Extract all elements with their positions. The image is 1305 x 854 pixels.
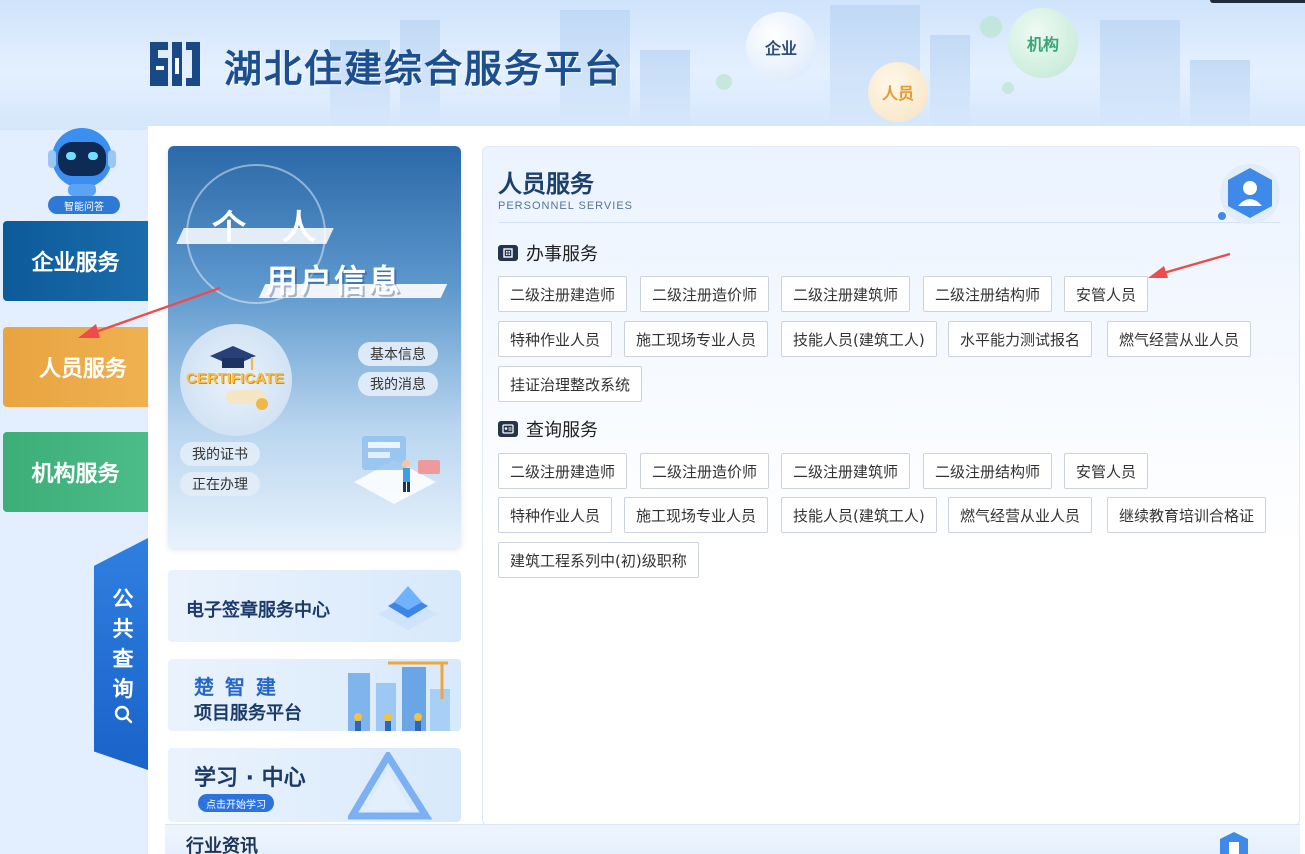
triangle-3d-icon bbox=[348, 752, 433, 820]
esign-cube-icon bbox=[378, 586, 438, 630]
section-heading: 查询服务 bbox=[526, 420, 598, 441]
header-bubble-enterprise[interactable]: 企业 bbox=[746, 12, 816, 82]
search-icon bbox=[114, 705, 133, 724]
nav-institution-service[interactable]: 机构服务 bbox=[3, 432, 148, 512]
banner-czj-title: 楚 智 建 bbox=[194, 675, 278, 699]
nav-personnel-label: 人员服务 bbox=[38, 356, 127, 382]
query-item[interactable]: 二级注册建筑师 bbox=[781, 453, 911, 489]
divider bbox=[498, 222, 1280, 223]
assistant-label[interactable]: 智能问答 bbox=[48, 196, 120, 214]
building-icon bbox=[498, 245, 518, 261]
query-item[interactable]: 技能人员(建筑工人) bbox=[781, 497, 937, 533]
handling-item[interactable]: 施工现场专业人员 bbox=[624, 321, 769, 357]
handling-item[interactable]: 二级注册结构师 bbox=[923, 276, 1053, 312]
service-panel-subtitle: PERSONNEL SERVIES bbox=[498, 200, 633, 212]
diploma-scroll-icon bbox=[226, 390, 268, 410]
banner-study-title: 学习 · 中心 bbox=[194, 766, 306, 791]
section-handling-services: 办事服务 bbox=[498, 240, 598, 266]
query-item[interactable]: 二级注册建造师 bbox=[498, 453, 628, 489]
industry-news-section bbox=[165, 824, 1300, 854]
link-my-messages[interactable]: 我的消息 bbox=[358, 372, 438, 396]
query-item[interactable]: 施工现场专业人员 bbox=[624, 497, 769, 533]
document-icon bbox=[1220, 832, 1248, 854]
handling-item[interactable]: 二级注册建筑师 bbox=[781, 276, 911, 312]
decor-dot bbox=[980, 16, 1002, 38]
nav-public-query[interactable]: 公 共 查 询 bbox=[94, 538, 148, 770]
profile-title-line2: 用户信息 bbox=[266, 262, 403, 300]
query-item[interactable]: 二级注册结构师 bbox=[923, 453, 1053, 489]
site-logo-icon bbox=[150, 42, 200, 86]
handling-item[interactable]: 二级注册建造师 bbox=[498, 276, 628, 312]
section-query-services: 查询服务 bbox=[498, 416, 598, 442]
nav-personnel-service[interactable]: 人员服务 bbox=[3, 327, 163, 407]
banner-chuzhijian-platform[interactable]: 楚 智 建 项目服务平台 bbox=[168, 659, 461, 731]
section-heading: 办事服务 bbox=[526, 244, 598, 265]
handling-item[interactable]: 水平能力测试报名 bbox=[948, 321, 1093, 357]
public-query-char: 查 bbox=[112, 646, 134, 671]
handling-item-safety-manager[interactable]: 安管人员 bbox=[1064, 276, 1149, 312]
service-panel-title: 人员服务 bbox=[498, 169, 594, 198]
header-bubble-institution[interactable]: 机构 bbox=[1008, 8, 1078, 78]
nav-enterprise-service[interactable]: 企业服务 bbox=[3, 221, 148, 301]
link-basic-info[interactable]: 基本信息 bbox=[358, 342, 438, 366]
handling-item[interactable]: 燃气经营从业人员 bbox=[1107, 321, 1252, 357]
banner-esign-title: 电子签章服务中心 bbox=[186, 600, 330, 621]
handling-item[interactable]: 特种作业人员 bbox=[498, 321, 613, 357]
skyline-building bbox=[1100, 20, 1180, 130]
isometric-person-illustration bbox=[354, 436, 440, 504]
query-item[interactable]: 二级注册造价师 bbox=[640, 453, 770, 489]
banner-study-center[interactable]: 学习 · 中心 点击开始学习 bbox=[168, 748, 461, 822]
user-profile-icon bbox=[1218, 164, 1280, 224]
query-item[interactable]: 继续教育培训合格证 bbox=[1107, 497, 1267, 533]
profile-title-line1: 个 人 bbox=[212, 208, 328, 248]
link-my-certificates[interactable]: 我的证书 bbox=[180, 442, 260, 466]
start-study-button[interactable]: 点击开始学习 bbox=[198, 794, 274, 812]
handling-item[interactable]: 二级注册造价师 bbox=[640, 276, 770, 312]
decor-dot bbox=[716, 74, 732, 90]
id-card-icon bbox=[498, 421, 518, 437]
industry-news-title: 行业资讯 bbox=[186, 836, 258, 854]
link-in-progress[interactable]: 正在办理 bbox=[180, 472, 260, 496]
query-item[interactable]: 特种作业人员 bbox=[498, 497, 613, 533]
public-query-char: 公 bbox=[112, 586, 134, 611]
banner-czj-subtitle: 项目服务平台 bbox=[194, 703, 302, 724]
handling-item[interactable]: 技能人员(建筑工人) bbox=[781, 321, 937, 357]
decor-dot bbox=[1002, 82, 1014, 94]
query-item[interactable]: 燃气经营从业人员 bbox=[948, 497, 1093, 533]
skyline-building bbox=[640, 50, 690, 130]
banner-esignature-center[interactable]: 电子签章服务中心 bbox=[168, 570, 461, 642]
public-query-char: 询 bbox=[112, 676, 134, 701]
header-bubble-personnel[interactable]: 人员 bbox=[868, 62, 928, 122]
skyline-building bbox=[930, 35, 970, 130]
window-edge bbox=[1210, 0, 1305, 3]
query-item[interactable]: 建筑工程系列中(初)级职称 bbox=[498, 542, 699, 578]
handling-item[interactable]: 挂证治理整改系统 bbox=[498, 366, 643, 402]
query-item[interactable]: 安管人员 bbox=[1064, 453, 1149, 489]
construction-city-illustration bbox=[348, 661, 450, 731]
public-query-char: 共 bbox=[112, 616, 134, 641]
skyline-building bbox=[1190, 60, 1250, 130]
site-title: 湖北住建综合服务平台 bbox=[224, 46, 625, 91]
